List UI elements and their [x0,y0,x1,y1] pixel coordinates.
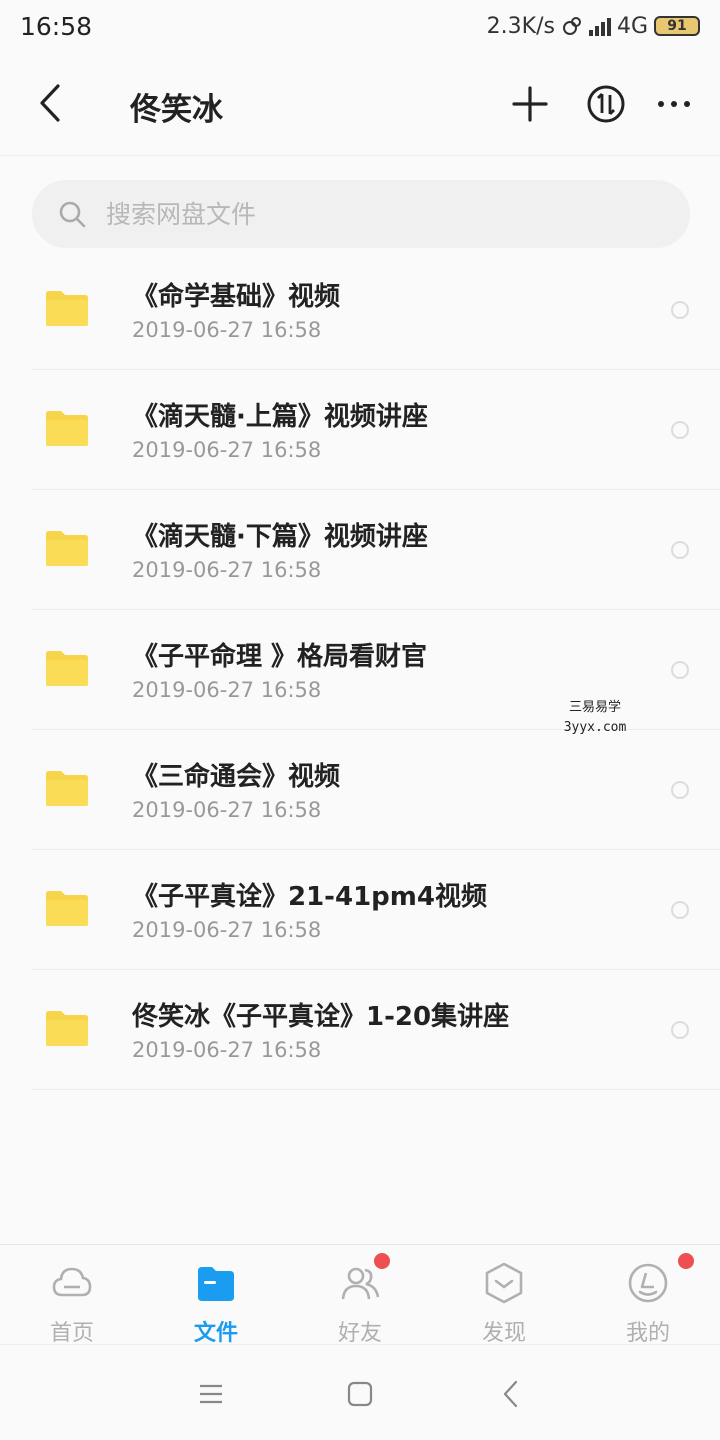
search-bar[interactable] [32,180,690,248]
folder-icon [46,651,88,686]
list-item[interactable]: 《子平真诠》21-41pm4视频 2019-06-27 16:58 [0,850,720,970]
folder-icon [46,531,88,566]
nav-profile[interactable]: 我的 [576,1245,720,1346]
menu-icon[interactable] [196,1379,226,1409]
watermark: 三易易学 3yyx.com [540,698,650,738]
profile-icon [628,1263,668,1303]
nav-label: 好友 [337,1321,382,1346]
cloud-icon [52,1267,92,1297]
select-checkbox[interactable] [671,781,689,799]
folder-icon [46,411,88,446]
divider [32,1089,720,1090]
file-name: 《命学基础》视频 [132,282,341,312]
select-checkbox[interactable] [671,1021,689,1039]
status-indicators: 2.3K/s 4G 91 [487,14,700,39]
more-icon[interactable] [652,82,696,126]
file-date: 2019-06-27 16:58 [132,438,322,462]
file-date: 2019-06-27 16:58 [132,1038,322,1062]
discover-icon [485,1262,523,1304]
network-type: 4G [616,13,648,39]
list-item[interactable]: 《滴天髓·上篇》视频讲座 2019-06-27 16:58 [0,370,720,490]
battery-level: 91 [667,18,687,34]
notification-dot [678,1253,694,1269]
watermark-line1: 三易易学 [568,700,621,715]
bottom-nav: 首页 文件 好友 发现 我的 [0,1244,720,1346]
select-checkbox[interactable] [671,661,689,679]
search-input[interactable] [106,199,626,229]
friends-icon [341,1267,380,1300]
status-time: 16:58 [20,11,93,41]
battery-icon: 91 [654,16,700,36]
nav-files[interactable]: 文件 [144,1245,288,1346]
back-icon[interactable] [497,1379,527,1409]
hotspot-icon [562,17,581,35]
back-arrow-icon[interactable] [28,80,74,126]
folder-icon [46,291,88,326]
file-name: 《子平真诠》21-41pm4视频 [132,882,487,912]
nav-home[interactable]: 首页 [0,1245,144,1346]
notification-dot [374,1253,390,1269]
nav-discover[interactable]: 发现 [432,1245,576,1346]
file-date: 2019-06-27 16:58 [132,918,322,942]
file-date: 2019-06-27 16:58 [132,678,322,702]
list-item[interactable]: 佟笑冰《子平真诠》1-20集讲座 2019-06-27 16:58 [0,970,720,1090]
status-bar: 16:58 2.3K/s 4G 91 [0,0,720,52]
select-checkbox[interactable] [671,541,689,559]
select-checkbox[interactable] [671,421,689,439]
nav-friends[interactable]: 好友 [288,1245,432,1346]
system-nav-bar [0,1344,720,1440]
nav-label: 首页 [49,1321,94,1346]
list-item[interactable]: 《命学基础》视频 2019-06-27 16:58 [0,250,720,370]
file-name: 《滴天髓·上篇》视频讲座 [132,402,428,432]
title-bar: 佟笑冰 [0,52,720,156]
transfer-icon[interactable] [584,82,628,126]
folder-icon [198,1267,234,1301]
search-icon [59,201,86,228]
folder-icon [46,1011,88,1046]
file-date: 2019-06-27 16:58 [132,318,322,342]
select-checkbox[interactable] [671,301,689,319]
file-date: 2019-06-27 16:58 [132,798,322,822]
file-name: 佟笑冰《子平真诠》1-20集讲座 [132,1002,510,1032]
nav-label: 我的 [625,1321,670,1346]
home-icon[interactable] [345,1379,375,1409]
signal-icon [588,16,611,36]
select-checkbox[interactable] [671,901,689,919]
page-title: 佟笑冰 [130,92,223,128]
network-speed: 2.3K/s [486,13,555,39]
file-name: 《三命通会》视频 [132,762,341,792]
nav-label: 发现 [481,1321,526,1346]
file-date: 2019-06-27 16:58 [132,558,322,582]
file-name: 《滴天髓·下篇》视频讲座 [132,522,428,552]
nav-label: 文件 [193,1321,238,1346]
file-list: 《命学基础》视频 2019-06-27 16:58 《滴天髓·上篇》视频讲座 2… [0,250,720,1090]
plus-icon[interactable] [508,82,552,126]
list-item[interactable]: 《三命通会》视频 2019-06-27 16:58 [0,730,720,850]
watermark-line2: 3yyx.com [563,720,627,735]
list-item[interactable]: 《滴天髓·下篇》视频讲座 2019-06-27 16:58 [0,490,720,610]
folder-icon [46,771,88,806]
folder-icon [46,891,88,926]
file-name: 《子平命理 》格局看财官 [132,642,428,672]
